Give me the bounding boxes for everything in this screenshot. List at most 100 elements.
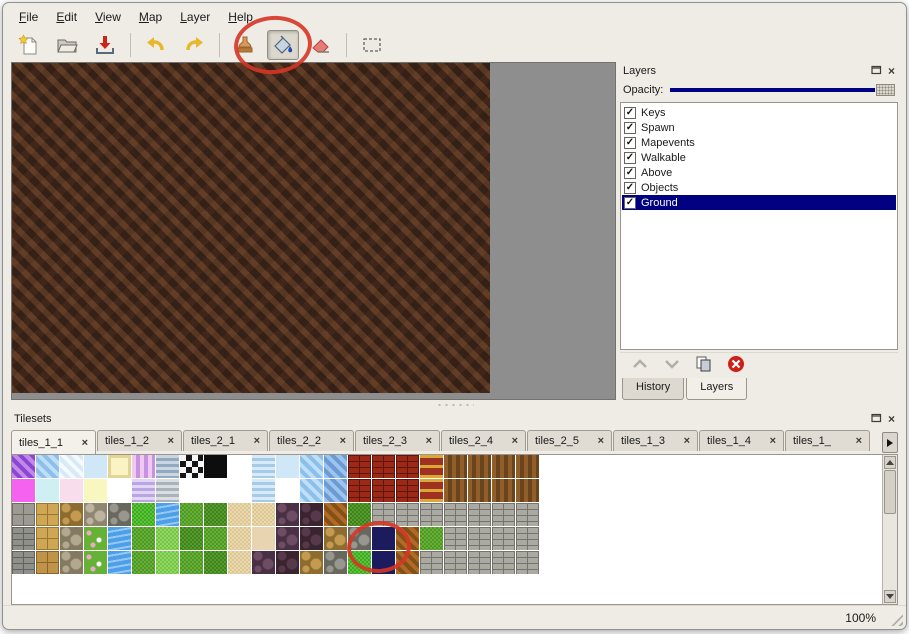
tile-light-green-grass[interactable] (156, 527, 179, 550)
tile-dark-green-grass[interactable] (348, 503, 371, 526)
tile-stone-pile[interactable] (60, 551, 83, 574)
tile-black[interactable] (204, 455, 227, 478)
scroll-tabs-right-button[interactable] (882, 432, 898, 453)
tile-red-brick[interactable] (372, 479, 395, 502)
tile-white[interactable] (204, 479, 227, 502)
tile-light-blue-diagonal-stripes[interactable] (300, 479, 323, 502)
save-map-button[interactable] (89, 30, 121, 60)
tile-dark-green-grass[interactable] (204, 503, 227, 526)
layer-row[interactable]: ✓ Above (622, 165, 896, 180)
tile-dark-gray-brick[interactable] (12, 551, 35, 574)
tab-close-icon[interactable]: × (770, 435, 776, 447)
tile-rust-weave[interactable] (324, 503, 347, 526)
scroll-up-button[interactable] (884, 456, 896, 469)
tile-tan-stone[interactable] (36, 503, 59, 526)
tile-gray-brick[interactable] (420, 551, 443, 574)
layer-visibility-checkbox[interactable]: ✓ (624, 182, 636, 194)
tile-purple-diagonal-stripes[interactable] (12, 455, 35, 478)
tile-tan-cracked-stone[interactable] (300, 551, 323, 574)
tile-grass-flowers[interactable] (84, 551, 107, 574)
tile-gray-brick[interactable] (468, 503, 491, 526)
tile-blue-diagonal-stripes[interactable] (324, 479, 347, 502)
panel-tab-history[interactable]: History (622, 378, 684, 400)
tile-gray-brick[interactable] (492, 551, 515, 574)
float-panel-icon[interactable] (871, 413, 882, 426)
duplicate-layer-button[interactable] (694, 355, 714, 376)
tile-pale-blue[interactable] (276, 455, 299, 478)
float-panel-icon[interactable] (871, 65, 882, 78)
horizontal-splitter[interactable] (3, 400, 906, 410)
tileset-tab-tiles-1-2[interactable]: tiles_1_2× (97, 430, 182, 451)
tile-green-grass[interactable] (132, 551, 155, 574)
tile-white[interactable] (180, 479, 203, 502)
open-map-button[interactable] (51, 30, 83, 60)
tile-sand[interactable] (228, 503, 251, 526)
tile-wood-planks[interactable] (492, 479, 515, 502)
tile-sand[interactable] (252, 503, 275, 526)
tile-water[interactable] (156, 503, 179, 526)
opacity-slider[interactable] (670, 83, 895, 97)
menu-map[interactable]: Map (131, 8, 170, 26)
tile-gray-brick[interactable] (492, 503, 515, 526)
scrollbar-track[interactable] (884, 514, 896, 589)
new-map-button[interactable] (13, 30, 45, 60)
scroll-down-button[interactable] (884, 590, 896, 603)
tile-white[interactable] (228, 479, 251, 502)
tab-close-icon[interactable]: × (426, 435, 432, 447)
tile-wood-planks[interactable] (516, 455, 539, 478)
panel-tab-layers[interactable]: Layers (686, 378, 747, 400)
tile-water[interactable] (108, 551, 131, 574)
map-canvas[interactable] (12, 63, 490, 393)
tile-red-gold-ornate[interactable] (420, 455, 443, 478)
tab-close-icon[interactable]: × (340, 435, 346, 447)
tab-close-icon[interactable]: × (512, 435, 518, 447)
stamp-tool-button[interactable] (229, 30, 261, 60)
tile-bright-green-grass[interactable] (132, 503, 155, 526)
close-panel-icon[interactable]: × (888, 66, 895, 76)
layer-visibility-checkbox[interactable]: ✓ (624, 137, 636, 149)
tile-gray-brick[interactable] (444, 503, 467, 526)
tile-red-brick[interactable] (396, 455, 419, 478)
layer-visibility-checkbox[interactable]: ✓ (624, 122, 636, 134)
undo-button[interactable] (140, 30, 172, 60)
tile-beige-stones[interactable] (84, 503, 107, 526)
tile-sand[interactable] (228, 527, 251, 550)
menu-file[interactable]: File (11, 8, 46, 26)
tile-purple-rock[interactable] (276, 503, 299, 526)
menu-edit[interactable]: Edit (48, 8, 85, 26)
scrollbar-thumb[interactable] (884, 470, 896, 514)
tile-pale-blue[interactable] (84, 455, 107, 478)
tile-grass-flowers[interactable] (84, 527, 107, 550)
tile-light-green-grass[interactable] (156, 551, 179, 574)
tile-green-grass[interactable] (132, 527, 155, 550)
tile-dark-navy[interactable] (372, 551, 395, 574)
rect-select-tool-button[interactable] (356, 30, 388, 60)
tile-red-brick[interactable] (396, 479, 419, 502)
layer-row[interactable]: ✓ Objects (622, 180, 896, 195)
tile-white[interactable] (228, 455, 251, 478)
tab-close-icon[interactable]: × (82, 437, 88, 449)
tile-magenta[interactable] (12, 479, 35, 502)
tile-gray-brick[interactable] (492, 527, 515, 550)
tile-gray-cobblestone[interactable] (108, 503, 131, 526)
tile-water[interactable] (108, 527, 131, 550)
tile-red-brick[interactable] (348, 455, 371, 478)
close-panel-icon[interactable]: × (888, 414, 895, 424)
tileset-tab-tiles-2-3[interactable]: tiles_2_3× (355, 430, 440, 451)
tile-green-grass[interactable] (180, 551, 203, 574)
menu-layer[interactable]: Layer (172, 8, 218, 26)
raise-layer-button[interactable] (630, 356, 650, 375)
tile-sand[interactable] (228, 551, 251, 574)
tile-purple-rock[interactable] (276, 527, 299, 550)
tile-dark-tan-stone[interactable] (36, 551, 59, 574)
bucket-fill-tool-button[interactable] (267, 30, 299, 60)
tile-green-grass[interactable] (180, 503, 203, 526)
tile-red-gold-ornate[interactable] (420, 479, 443, 502)
tile-dark-green-grass[interactable] (180, 527, 203, 550)
opacity-slider-handle[interactable] (876, 84, 895, 96)
layer-row[interactable]: ✓ Keys (622, 105, 896, 120)
tile-light-blue-horizontal-stripes[interactable] (252, 455, 275, 478)
tab-close-icon[interactable]: × (254, 435, 260, 447)
tile-pale-yellow[interactable] (84, 479, 107, 502)
tile-dark-green-grass[interactable] (204, 551, 227, 574)
